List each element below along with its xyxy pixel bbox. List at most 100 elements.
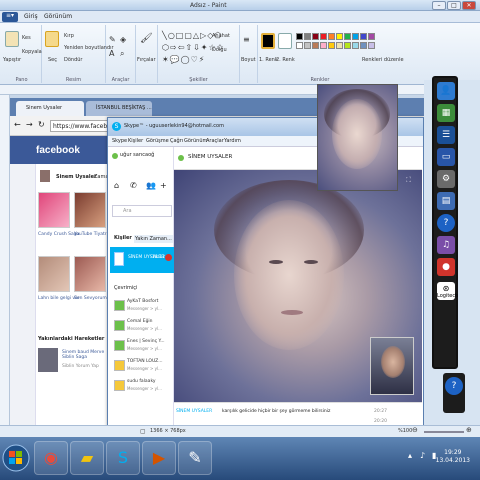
reload-icon[interactable]: ↻ bbox=[38, 120, 45, 129]
palette-swatch[interactable] bbox=[296, 42, 303, 49]
paint-taskbar-icon[interactable]: ✎ bbox=[178, 441, 212, 475]
outline-button[interactable]: Anahat bbox=[212, 33, 230, 39]
crop-button[interactable]: Kırp bbox=[64, 33, 74, 39]
paste-icon[interactable] bbox=[5, 31, 19, 47]
color2-swatch[interactable] bbox=[278, 33, 292, 49]
palette-swatch[interactable] bbox=[360, 42, 367, 49]
close-button[interactable]: ✕ bbox=[462, 1, 476, 10]
menu-conversation[interactable]: Görüşme bbox=[146, 138, 169, 144]
app-caption[interactable]: Sen Sevyorum bbox=[74, 296, 107, 301]
menu-help[interactable]: Yardım bbox=[224, 138, 241, 144]
palette-swatch[interactable] bbox=[352, 33, 359, 40]
contact-item[interactable]: TOFTAN LOUZ... Messenger > yl... bbox=[114, 359, 174, 375]
forward-icon[interactable]: → bbox=[26, 120, 33, 129]
tab-recent[interactable]: Yakın Zaman... bbox=[134, 235, 173, 243]
help-icon[interactable]: ? bbox=[445, 377, 463, 395]
fullscreen-icon[interactable]: ⛶ bbox=[406, 176, 411, 185]
recent-avatar[interactable] bbox=[38, 348, 58, 372]
tab-view[interactable]: Görünüm bbox=[44, 13, 72, 20]
size-label[interactable]: Boyut bbox=[241, 57, 256, 63]
zoom-in-icon[interactable]: ⊕ bbox=[466, 426, 472, 434]
call-phone-icon[interactable]: ✆ bbox=[130, 181, 137, 190]
palette-swatch[interactable] bbox=[368, 42, 375, 49]
copy-button[interactable]: Kopyala bbox=[22, 49, 42, 55]
contact-item[interactable]: Enes | Sevinç Y... Messenger > yl... bbox=[114, 339, 174, 355]
size-icon[interactable]: ≡ bbox=[243, 35, 250, 44]
tray-up-arrow-icon[interactable]: ▴ bbox=[408, 451, 412, 460]
self-video-preview[interactable] bbox=[370, 337, 414, 395]
menu-call[interactable]: Çağrı bbox=[170, 138, 183, 144]
palette-swatch[interactable] bbox=[344, 42, 351, 49]
home-icon[interactable]: ⌂ bbox=[114, 181, 119, 190]
skype-taskbar-icon[interactable]: S bbox=[106, 441, 140, 475]
palette-swatch[interactable] bbox=[296, 33, 303, 40]
palette-swatch[interactable] bbox=[368, 33, 375, 40]
skype-user-name[interactable]: uğur sarıcaoğ bbox=[120, 152, 154, 158]
palette-swatch[interactable] bbox=[328, 42, 335, 49]
palette-swatch[interactable] bbox=[344, 33, 351, 40]
volume-icon[interactable]: ♪ bbox=[420, 451, 425, 460]
recent-item[interactable]: Sinem baud Merve Siblin Saga bbox=[62, 350, 106, 360]
shapes-gallery-row3-icon[interactable]: ✶💬◯♡⚡ bbox=[162, 55, 205, 64]
back-icon[interactable]: ← bbox=[14, 120, 21, 129]
devices-icon[interactable]: ▤ bbox=[437, 192, 455, 210]
select-icon[interactable] bbox=[45, 31, 59, 47]
color1-swatch[interactable] bbox=[261, 33, 275, 49]
palette-swatch[interactable] bbox=[336, 33, 343, 40]
palette-swatch[interactable] bbox=[360, 33, 367, 40]
menu-tools[interactable]: Araçlar bbox=[206, 138, 224, 144]
contacts-icon[interactable]: 👥 bbox=[146, 181, 156, 190]
facebook-logo[interactable]: facebook bbox=[36, 145, 80, 156]
chrome-taskbar-icon[interactable]: ◉ bbox=[34, 441, 68, 475]
minimize-button[interactable]: – bbox=[432, 1, 446, 10]
maximize-button[interactable]: □ bbox=[447, 1, 461, 10]
color1-label[interactable]: 1. Renk bbox=[259, 57, 278, 63]
app-tile[interactable] bbox=[74, 256, 106, 292]
palette-swatch[interactable] bbox=[320, 33, 327, 40]
contact-search-input[interactable]: Ara bbox=[112, 205, 172, 217]
browser-tab-istanbul[interactable]: İSTANBUL BEŞİKTAŞ ... bbox=[86, 101, 152, 116]
brush-icon[interactable]: 🖌 bbox=[140, 33, 153, 44]
tab-home[interactable]: Giriş bbox=[24, 13, 38, 20]
end-call-icon[interactable] bbox=[165, 254, 172, 261]
palette-swatch[interactable] bbox=[304, 33, 311, 40]
palette-swatch[interactable] bbox=[336, 42, 343, 49]
fill-button[interactable]: Dolgu bbox=[212, 47, 227, 53]
palette-swatch[interactable] bbox=[352, 42, 359, 49]
contact-item[interactable]: AyKaT Bosfort Messenger > yl... bbox=[114, 299, 174, 315]
select-label[interactable]: Seç bbox=[48, 57, 57, 63]
browser-tab-facebook[interactable]: Sinem Uysaler bbox=[16, 101, 84, 116]
zoom-level[interactable]: %100 bbox=[398, 428, 412, 434]
status-online-icon[interactable] bbox=[112, 153, 118, 159]
photo-gallery-icon[interactable]: ▦ bbox=[437, 104, 455, 122]
contact-item[interactable]: Cemal Eğin Messenger > yl... bbox=[114, 319, 174, 335]
user-accounts-icon[interactable]: 👤 bbox=[437, 82, 455, 100]
logitech-icon[interactable]: ⊛ Logitech bbox=[437, 282, 458, 300]
zoom-out-icon[interactable]: ⊖ bbox=[412, 426, 418, 434]
paste-label[interactable]: Yapıştır bbox=[3, 57, 21, 63]
settings-gear-icon[interactable]: ⚙ bbox=[437, 170, 455, 188]
app-caption[interactable]: YouTube Tiyatr bbox=[74, 232, 107, 237]
explorer-taskbar-icon[interactable]: ▰ bbox=[70, 441, 104, 475]
media-icon[interactable]: ♫ bbox=[437, 236, 455, 254]
rotate-button[interactable]: Döndür bbox=[64, 57, 82, 63]
media-player-taskbar-icon[interactable]: ▶ bbox=[142, 441, 176, 475]
palette-swatch[interactable] bbox=[312, 42, 319, 49]
palette-swatch[interactable] bbox=[304, 42, 311, 49]
online-heading[interactable]: Çevrimiçi bbox=[114, 285, 137, 291]
profile-name[interactable]: Sinem Uysaler bbox=[56, 174, 96, 180]
app-tile[interactable] bbox=[74, 192, 106, 228]
palette-swatch[interactable] bbox=[328, 33, 335, 40]
help-icon[interactable]: ? bbox=[437, 214, 455, 232]
app-tile[interactable] bbox=[38, 192, 70, 228]
menu-skype[interactable]: Skype bbox=[112, 138, 127, 144]
taskbar-clock[interactable]: 19:29 13.04.2013 bbox=[436, 449, 470, 465]
add-contact-icon[interactable]: + bbox=[160, 181, 167, 190]
fill-bucket-icon[interactable]: ◈ bbox=[120, 35, 126, 44]
floating-video-window[interactable] bbox=[317, 84, 398, 191]
text-tool-icon[interactable]: A bbox=[109, 49, 114, 58]
profile-avatar[interactable] bbox=[40, 170, 50, 182]
menu-contacts[interactable]: Kişiler bbox=[128, 138, 143, 144]
magnifier-icon[interactable]: ⌕ bbox=[120, 49, 124, 59]
edit-colors-button[interactable]: Renkleri düzenle bbox=[362, 57, 404, 63]
